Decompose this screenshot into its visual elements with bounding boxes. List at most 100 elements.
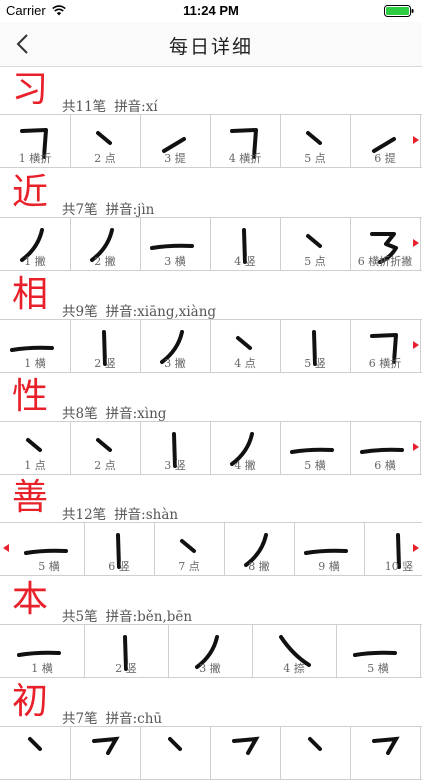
stroke-label: 5 横 <box>367 662 389 675</box>
stroke-cell: 6 提 <box>350 115 421 167</box>
stroke-cell: 2 竖 <box>84 625 169 677</box>
stroke-cell: 5 横 <box>14 523 85 575</box>
character-section: 习共11笔 拼音:xí 1 横折 2 点 3 提 4 横折 5 点 6 提 <box>0 67 422 168</box>
character-info: 共5笔 拼音:běn,bēn <box>62 605 200 625</box>
character-glyph: 习 <box>12 69 49 110</box>
character-section: 本共5笔 拼音:běn,bēn 1 横 2 竖 3 撇 4 捺 5 横 <box>0 577 422 678</box>
stroke-label: 4 横折 <box>228 152 262 165</box>
stroke-label: 4 捺 <box>283 662 305 675</box>
stroke-count: 共5笔 <box>62 609 98 625</box>
character-glyph: 性 <box>12 376 49 417</box>
stroke-label: 6 竖 <box>108 560 130 573</box>
stroke-label: 2 竖 <box>115 662 137 675</box>
stroke-cell <box>210 727 281 779</box>
character-section: 性共8笔 拼音:xìng 1 点 2 点 3 竖 4 撇 5 横 6 横 <box>0 374 422 475</box>
scroll-right-arrow-icon[interactable] <box>412 541 420 555</box>
stroke-glyph-icon <box>92 736 120 755</box>
stroke-cell: 3 提 <box>140 115 211 167</box>
stroke-cell: 3 竖 <box>140 422 211 474</box>
nav-bar: 每日详细 <box>0 22 422 67</box>
stroke-cell: 1 横 <box>0 625 85 677</box>
stroke-order-strip[interactable]: 5 横 6 竖 7 点 8 撇 9 横 10 竖 <box>0 522 422 576</box>
stroke-glyph-icon <box>308 737 322 751</box>
character-glyph: 近 <box>12 172 49 213</box>
character-info: 共9笔 拼音:xiāng,xiàng <box>62 300 224 320</box>
stroke-label: 6 横 <box>374 459 396 472</box>
stroke-label: 5 横 <box>38 560 60 573</box>
stroke-count: 共11笔 <box>62 99 107 115</box>
stroke-cell: 2 点 <box>70 115 141 167</box>
stroke-label: 1 横 <box>24 357 46 370</box>
stroke-count: 共12笔 <box>62 507 107 523</box>
stroke-order-strip[interactable]: 1 横折 2 点 3 提 4 横折 5 点 6 提 <box>0 114 422 168</box>
stroke-cell: 4 横折 <box>210 115 281 167</box>
stroke-order-strip[interactable]: 1 点 2 点 3 竖 4 撇 5 横 6 横 <box>0 421 422 475</box>
pinyin: 拼音:shàn <box>114 507 179 523</box>
pinyin: 拼音:běn,bēn <box>105 609 193 625</box>
scroll-right-arrow-icon[interactable] <box>412 133 420 147</box>
stroke-label: 3 提 <box>164 152 186 165</box>
character-info: 共7笔 拼音:chū <box>62 707 170 727</box>
stroke-cell: 6 横折折撇 <box>350 218 421 270</box>
stroke-cell: 4 竖 <box>210 218 281 270</box>
stroke-cell: 1 撇 <box>0 218 71 270</box>
stroke-label: 1 撇 <box>24 255 46 268</box>
stroke-glyph-icon <box>232 736 260 755</box>
stroke-order-strip[interactable]: 1 横 2 竖 3 撇 4 捺 5 横 <box>0 624 422 678</box>
character-section: 初共7笔 拼音:chū <box>0 679 422 780</box>
status-bar: Carrier 11:24 PM <box>0 0 422 22</box>
scroll-right-arrow-icon[interactable] <box>412 440 420 454</box>
character-glyph: 善 <box>12 477 49 518</box>
stroke-label: 6 横折折撇 <box>357 255 413 268</box>
stroke-glyph-icon <box>28 737 42 751</box>
clock: 11:24 PM <box>183 3 239 18</box>
stroke-label: 6 提 <box>374 152 396 165</box>
page-title: 每日详细 <box>168 36 253 58</box>
scroll-right-arrow-icon[interactable] <box>412 338 420 352</box>
stroke-label: 5 竖 <box>304 357 326 370</box>
character-glyph: 初 <box>12 681 49 722</box>
stroke-cell: 4 撇 <box>210 422 281 474</box>
stroke-cell: 1 点 <box>0 422 71 474</box>
scroll-right-arrow-icon[interactable] <box>412 236 420 250</box>
stroke-cell: 5 横 <box>280 422 351 474</box>
character-glyph: 本 <box>12 579 49 620</box>
scroll-left-arrow-icon[interactable] <box>2 541 10 555</box>
stroke-cell <box>0 727 71 779</box>
stroke-cell: 6 横 <box>350 422 421 474</box>
character-section: 善共12笔 拼音:shàn 5 横 6 竖 7 点 8 撇 9 横 10 竖 <box>0 475 422 576</box>
stroke-order-strip[interactable]: 1 横 2 竖 3 撇 4 点 5 竖 6 横折 <box>0 319 422 373</box>
stroke-label: 3 撇 <box>164 357 186 370</box>
stroke-cell: 6 竖 <box>84 523 155 575</box>
stroke-cell <box>140 727 211 779</box>
stroke-label: 5 点 <box>304 152 326 165</box>
stroke-cell <box>280 727 351 779</box>
stroke-cell: 4 捺 <box>252 625 337 677</box>
stroke-order-strip[interactable] <box>0 726 422 780</box>
stroke-cell: 3 撇 <box>140 320 211 372</box>
stroke-cell: 9 横 <box>294 523 365 575</box>
stroke-label: 6 横折 <box>368 357 402 370</box>
stroke-label: 4 撇 <box>234 459 256 472</box>
stroke-cell: 8 撇 <box>224 523 295 575</box>
battery-icon <box>384 5 414 17</box>
stroke-order-strip[interactable]: 1 撇 2 撇 3 横 4 竖 5 点 6 横折折撇 <box>0 217 422 271</box>
stroke-label: 8 撇 <box>248 560 270 573</box>
pinyin: 拼音:jìn <box>105 202 155 218</box>
stroke-cell: 5 横 <box>336 625 421 677</box>
stroke-cell: 3 横 <box>140 218 211 270</box>
character-info: 共11笔 拼音:xí <box>62 95 166 115</box>
stroke-label: 3 撇 <box>199 662 221 675</box>
stroke-cell: 2 竖 <box>70 320 141 372</box>
stroke-cell: 5 点 <box>280 115 351 167</box>
stroke-cell: 5 点 <box>280 218 351 270</box>
character-info: 共7笔 拼音:jìn <box>62 198 162 218</box>
stroke-label: 4 点 <box>234 357 256 370</box>
stroke-count: 共9笔 <box>62 304 98 320</box>
stroke-label: 2 竖 <box>94 357 116 370</box>
stroke-label: 1 横折 <box>18 152 52 165</box>
stroke-cell: 2 点 <box>70 422 141 474</box>
stroke-cell: 2 撇 <box>70 218 141 270</box>
stroke-label: 5 横 <box>304 459 326 472</box>
stroke-count: 共7笔 <box>62 711 98 727</box>
